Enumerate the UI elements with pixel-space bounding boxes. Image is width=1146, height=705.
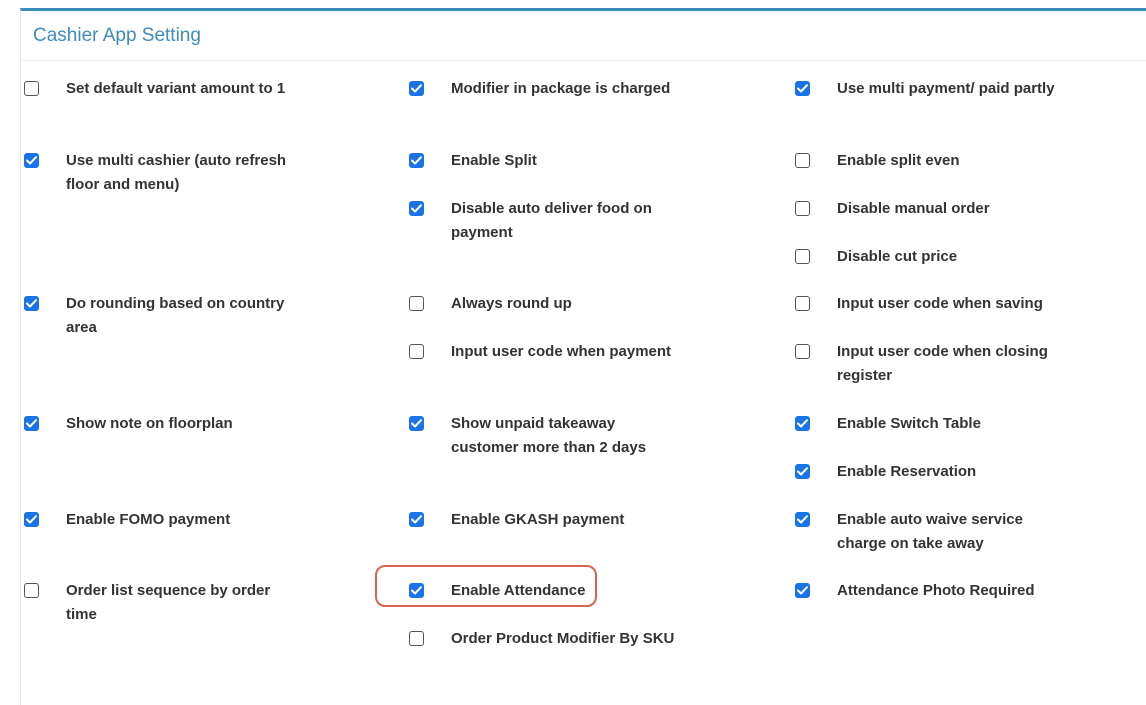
setting-label: Enable Reservation xyxy=(837,463,977,480)
check-icon xyxy=(411,84,422,93)
check-icon xyxy=(797,586,808,595)
setting-option[interactable]: Always round up xyxy=(409,292,681,316)
setting-option[interactable]: Enable Reservation xyxy=(795,460,1067,484)
setting-checkbox[interactable] xyxy=(795,201,810,216)
check-icon xyxy=(26,515,37,524)
setting-label: Disable cut price xyxy=(837,248,958,265)
setting-option[interactable]: Use multi cashier (auto refresh floor an… xyxy=(24,149,296,197)
setting-option[interactable]: Modifier in package is charged xyxy=(409,77,681,101)
setting-checkbox[interactable] xyxy=(409,81,424,96)
setting-checkbox[interactable] xyxy=(795,583,810,598)
setting-label: Enable split even xyxy=(837,152,960,169)
setting-checkbox[interactable] xyxy=(409,344,424,359)
setting-label: Always round up xyxy=(451,295,572,312)
setting-checkbox[interactable] xyxy=(24,512,39,527)
setting-label: Order list sequence by order time xyxy=(66,582,271,623)
setting-checkbox[interactable] xyxy=(795,416,810,431)
check-icon xyxy=(411,156,422,165)
setting-option[interactable]: Enable Split xyxy=(409,149,681,173)
setting-checkbox[interactable] xyxy=(795,249,810,264)
setting-label: Input user code when payment xyxy=(451,343,672,360)
setting-label: Attendance Photo Required xyxy=(837,582,1035,599)
setting-option[interactable]: Disable cut price xyxy=(795,245,1067,269)
check-icon xyxy=(26,299,37,308)
setting-label: Use multi payment/ paid partly xyxy=(837,80,1055,97)
panel-title: Cashier App Setting xyxy=(33,24,201,46)
setting-option[interactable]: Use multi payment/ paid partly xyxy=(795,77,1067,101)
setting-checkbox[interactable] xyxy=(795,296,810,311)
check-icon xyxy=(797,84,808,93)
setting-checkbox[interactable] xyxy=(24,583,39,598)
setting-label: Order Product Modifier By SKU xyxy=(451,630,675,647)
setting-option[interactable]: Show unpaid takeaway customer more than … xyxy=(409,412,681,460)
setting-option[interactable]: Enable GKASH payment xyxy=(409,508,681,532)
check-icon xyxy=(26,156,37,165)
setting-label: Enable GKASH payment xyxy=(451,511,625,528)
setting-option[interactable]: Input user code when payment xyxy=(409,340,681,364)
check-icon xyxy=(411,419,422,428)
setting-label: Show unpaid takeaway customer more than … xyxy=(451,415,647,456)
setting-option[interactable]: Enable split even xyxy=(795,149,1067,173)
check-icon xyxy=(411,204,422,213)
setting-option[interactable]: Enable auto waive service charge on take… xyxy=(795,508,1067,556)
setting-checkbox[interactable] xyxy=(409,153,424,168)
setting-label: Enable FOMO payment xyxy=(66,511,231,528)
setting-label: Input user code when closing register xyxy=(837,343,1048,384)
setting-label: Enable Split xyxy=(451,152,537,169)
setting-checkbox[interactable] xyxy=(24,296,39,311)
check-icon xyxy=(797,515,808,524)
setting-checkbox[interactable] xyxy=(24,81,39,96)
setting-label: Disable manual order xyxy=(837,200,990,217)
setting-label: Disable auto deliver food on payment xyxy=(451,200,652,241)
setting-option[interactable]: Input user code when saving xyxy=(795,292,1067,316)
setting-label: Enable Switch Table xyxy=(837,415,981,432)
setting-checkbox[interactable] xyxy=(409,296,424,311)
setting-checkbox[interactable] xyxy=(795,512,810,527)
setting-checkbox[interactable] xyxy=(24,153,39,168)
setting-option[interactable]: Set default variant amount to 1 xyxy=(24,77,296,101)
setting-option[interactable]: Order Product Modifier By SKU xyxy=(409,627,681,651)
check-icon xyxy=(797,419,808,428)
setting-checkbox[interactable] xyxy=(409,416,424,431)
setting-checkbox[interactable] xyxy=(795,464,810,479)
setting-checkbox[interactable] xyxy=(795,81,810,96)
setting-checkbox[interactable] xyxy=(795,344,810,359)
setting-checkbox[interactable] xyxy=(24,416,39,431)
setting-label: Set default variant amount to 1 xyxy=(66,80,286,97)
setting-option[interactable]: Do rounding based on country area xyxy=(24,292,296,340)
setting-label: Input user code when saving xyxy=(837,295,1043,312)
setting-checkbox[interactable] xyxy=(409,201,424,216)
setting-option[interactable]: Enable FOMO payment xyxy=(24,508,296,532)
setting-option[interactable]: Attendance Photo Required xyxy=(795,579,1067,603)
setting-label: Use multi cashier (auto refresh floor an… xyxy=(66,152,287,193)
check-icon xyxy=(797,467,808,476)
check-icon xyxy=(26,419,37,428)
setting-option[interactable]: Input user code when closing register xyxy=(795,340,1067,388)
setting-option[interactable]: Show note on floorplan xyxy=(24,412,296,436)
setting-label: Show note on floorplan xyxy=(66,415,233,432)
setting-checkbox[interactable] xyxy=(409,631,424,646)
check-icon xyxy=(411,515,422,524)
highlight-box xyxy=(375,565,597,607)
setting-option[interactable]: Order list sequence by order time xyxy=(24,579,296,627)
setting-label: Modifier in package is charged xyxy=(451,80,671,97)
panel-header: Cashier App Setting xyxy=(21,11,1146,61)
setting-option[interactable]: Disable manual order xyxy=(795,197,1067,221)
setting-label: Enable auto waive service charge on take… xyxy=(837,511,1023,552)
setting-option[interactable]: Enable Switch Table xyxy=(795,412,1067,436)
setting-checkbox[interactable] xyxy=(409,512,424,527)
setting-checkbox[interactable] xyxy=(795,153,810,168)
setting-label: Do rounding based on country area xyxy=(66,295,285,336)
setting-option[interactable]: Disable auto deliver food on payment xyxy=(409,197,681,245)
